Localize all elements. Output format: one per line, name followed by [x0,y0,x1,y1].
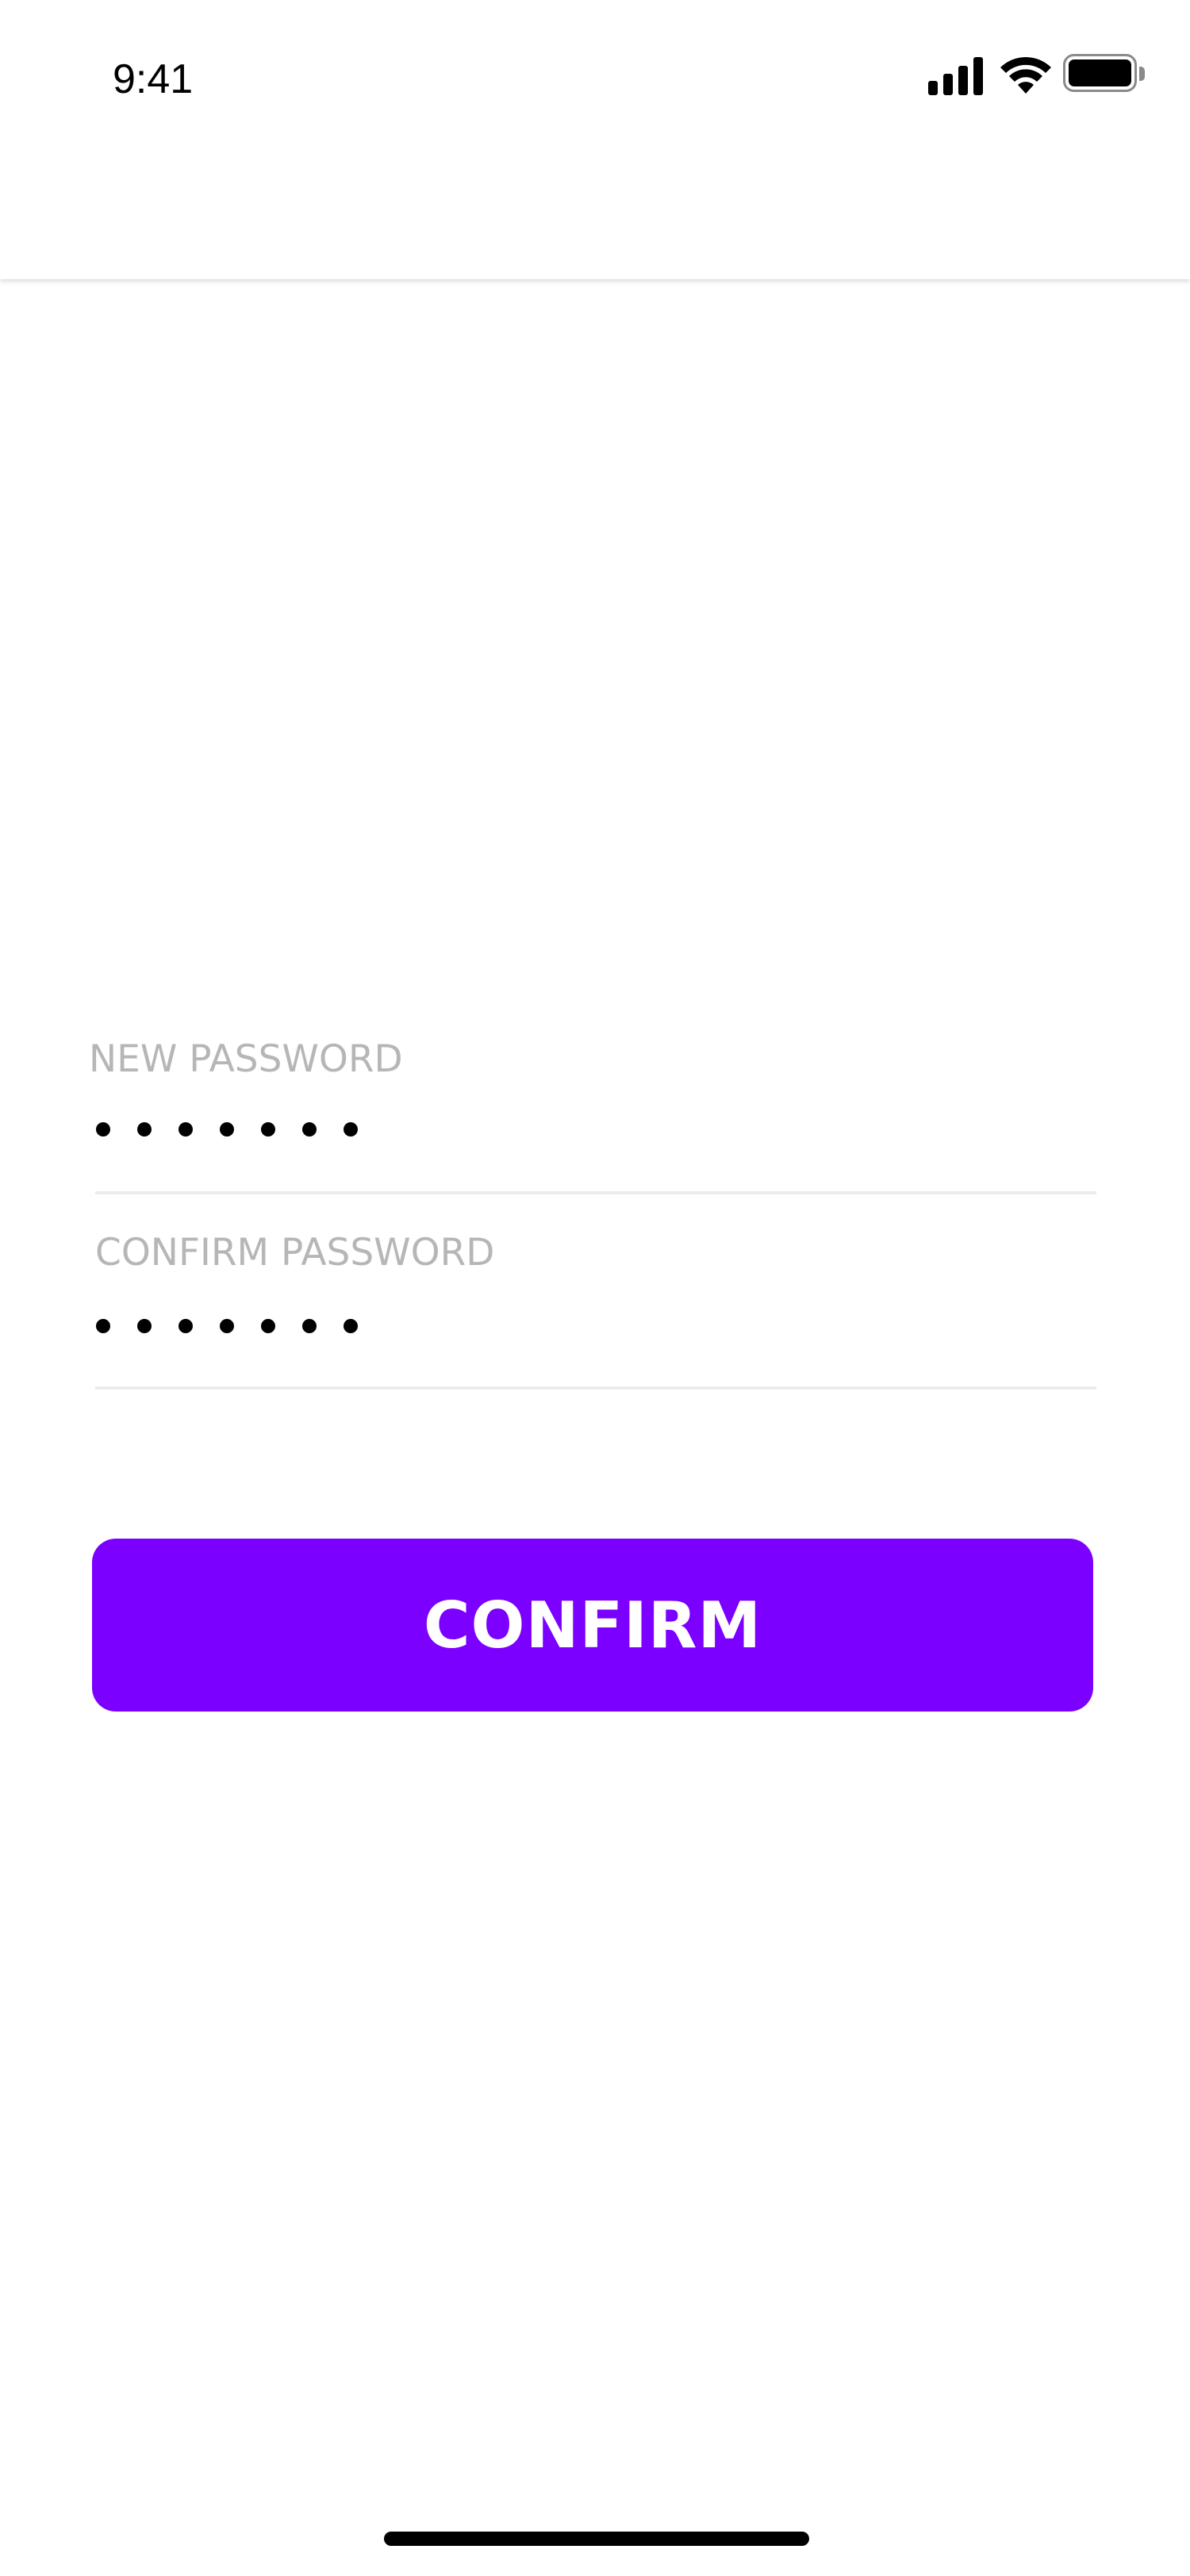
confirm-password-dots [96,1319,358,1333]
reset-password-form: NEW PASSWORD CONFIRM PASSWORD CONFIRM [0,0,1190,2576]
new-password-input[interactable] [94,1114,379,1145]
new-password-label: NEW PASSWORD [89,1037,403,1081]
confirm-button[interactable]: CONFIRM [92,1539,1093,1712]
battery-icon [1063,54,1145,92]
new-password-dots [96,1122,358,1137]
confirm-button-label: CONFIRM [423,1588,762,1662]
confirm-password-divider [95,1386,1096,1390]
cellular-signal-icon [928,57,983,95]
status-time: 9:41 [113,56,194,102]
status-bar: 9:41 [0,0,1190,143]
confirm-password-label: CONFIRM PASSWORD [95,1231,495,1275]
wifi-icon [1000,57,1051,94]
home-indicator[interactable] [384,2532,809,2546]
new-password-divider [95,1191,1096,1194]
confirm-password-input[interactable] [94,1310,379,1342]
status-icons [928,52,1146,95]
